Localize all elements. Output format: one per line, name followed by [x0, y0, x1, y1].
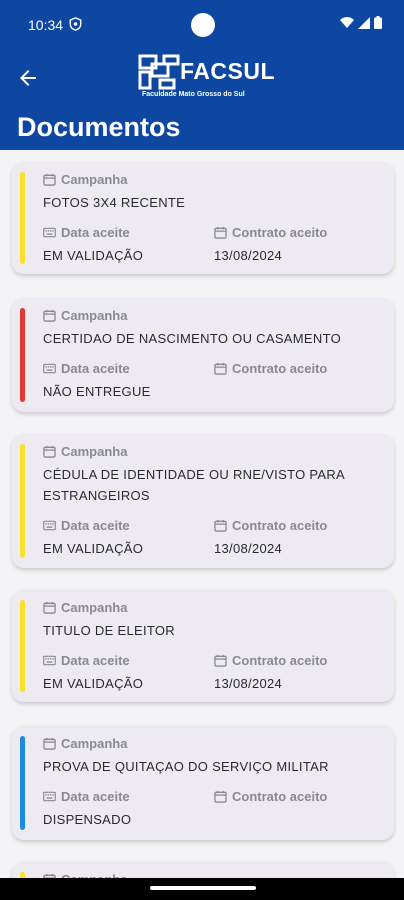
campaign-label: Campanha — [43, 600, 127, 615]
contract-accepted-label-text: Contrato aceito — [232, 518, 328, 533]
status-color-bar — [20, 308, 25, 402]
accepted-date-label: Data aceite — [43, 653, 130, 668]
contract-accepted-label: Contrato aceito — [214, 789, 327, 804]
page-title: Documentos — [17, 112, 181, 142]
campaign-value: CÉDULA DE IDENTIDADE OU RNE/VISTO PARA E… — [43, 467, 345, 503]
contract-accepted-label: Contrato aceito — [214, 225, 327, 240]
campaign-label: Campanha — [43, 172, 127, 187]
logo-mark-icon — [138, 54, 180, 90]
camera-cutout — [191, 13, 215, 37]
contract-date: 13/08/2024 — [214, 541, 283, 556]
document-card[interactable]: Campanha CÉDULA DE IDENTIDADE OU RNE/VIS… — [12, 434, 394, 568]
campaign-value: CERTIDAO DE NASCIMENTO OU CASAMENTO — [43, 331, 341, 346]
campaign-value: TITULO DE ELEITOR — [43, 623, 175, 638]
battery-icon — [374, 16, 382, 29]
campaign-label-text: Campanha — [61, 308, 128, 323]
keyboard-icon — [43, 520, 56, 531]
contract-accepted-label: Contrato aceito — [214, 361, 327, 376]
calendar-icon — [214, 790, 227, 803]
accepted-date-label: Data aceite — [43, 789, 130, 804]
navigation-bar — [0, 878, 404, 900]
contract-date: 13/08/2024 — [214, 676, 283, 691]
campaign-label-text: Campanha — [61, 736, 128, 751]
document-card[interactable]: Campanha FOTOS 3X4 RECENTE Data aceite C… — [12, 162, 394, 274]
campaign-label-text: Campanha — [61, 600, 128, 615]
campaign-label: Campanha — [43, 444, 127, 459]
accepted-date-label-text: Data aceite — [61, 225, 130, 240]
contract-accepted-label-text: Contrato aceito — [232, 225, 328, 240]
shield-icon — [69, 17, 82, 31]
calendar-icon — [214, 362, 227, 375]
back-arrow-icon[interactable] — [16, 66, 40, 90]
accepted-date-label-text: Data aceite — [61, 789, 130, 804]
home-handle[interactable] — [150, 886, 256, 890]
calendar-icon — [43, 173, 56, 186]
documents-list[interactable]: Campanha FOTOS 3X4 RECENTE Data aceite C… — [0, 150, 404, 878]
contract-accepted-label: Contrato aceito — [214, 518, 327, 533]
logo-text: FACSUL — [180, 58, 275, 84]
contract-accepted-label-text: Contrato aceito — [232, 789, 328, 804]
contract-accepted-label-text: Contrato aceito — [232, 361, 328, 376]
calendar-icon — [43, 737, 56, 750]
document-status: EM VALIDAÇÃO — [43, 541, 144, 556]
accepted-date-label: Data aceite — [43, 225, 130, 240]
contract-date: 13/08/2024 — [214, 248, 283, 263]
document-status: DISPENSADO — [43, 812, 132, 827]
document-card[interactable]: Campanha PROVA DE QUITAÇAO DO SERVIÇO MI… — [12, 726, 394, 840]
document-card[interactable]: Campanha TITULO DE ELEITOR Data aceite C… — [12, 590, 394, 702]
keyboard-icon — [43, 655, 56, 666]
campaign-value: FOTOS 3X4 RECENTE — [43, 195, 186, 210]
document-card[interactable]: Campanha Data aceite Contrato aceito — [12, 862, 394, 878]
campaign-label: Campanha — [43, 308, 127, 323]
logo-subtitle: Faculdade Mato Grosso do Sul — [142, 91, 245, 98]
calendar-icon — [43, 309, 56, 322]
status-color-bar — [20, 444, 25, 558]
calendar-icon — [214, 654, 227, 667]
campaign-label-text: Campanha — [61, 172, 128, 187]
calendar-icon — [214, 226, 227, 239]
status-icons — [340, 16, 382, 29]
accepted-date-label-text: Data aceite — [61, 361, 130, 376]
contract-accepted-label: Contrato aceito — [214, 653, 327, 668]
status-color-bar — [20, 600, 25, 692]
contract-accepted-label-text: Contrato aceito — [232, 653, 328, 668]
campaign-value: PROVA DE QUITAÇAO DO SERVIÇO MILITAR — [43, 759, 329, 774]
calendar-icon — [43, 445, 56, 458]
keyboard-icon — [43, 363, 56, 374]
document-status: EM VALIDAÇÃO — [43, 676, 144, 691]
status-color-bar — [20, 172, 25, 264]
calendar-icon — [214, 519, 227, 532]
document-status: NÃO ENTREGUE — [43, 384, 151, 399]
app-header: 10:34 FACSUL Faculdade Mato Grosso do Su… — [0, 0, 404, 150]
document-status: EM VALIDAÇÃO — [43, 248, 144, 263]
keyboard-icon — [43, 791, 56, 802]
accepted-date-label-text: Data aceite — [61, 518, 130, 533]
status-time: 10:34 — [28, 17, 64, 33]
keyboard-icon — [43, 227, 56, 238]
campaign-label: Campanha — [43, 736, 127, 751]
accepted-date-label: Data aceite — [43, 361, 130, 376]
signal-icon — [358, 16, 370, 29]
campaign-label-text: Campanha — [61, 444, 128, 459]
status-color-bar — [20, 736, 25, 830]
calendar-icon — [43, 601, 56, 614]
document-card[interactable]: Campanha CERTIDAO DE NASCIMENTO OU CASAM… — [12, 298, 394, 412]
accepted-date-label: Data aceite — [43, 518, 130, 533]
accepted-date-label-text: Data aceite — [61, 653, 130, 668]
wifi-icon — [340, 16, 354, 28]
facsul-logo: FACSUL Faculdade Mato Grosso do Sul — [138, 52, 275, 106]
status-bar: 10:34 — [0, 0, 404, 48]
